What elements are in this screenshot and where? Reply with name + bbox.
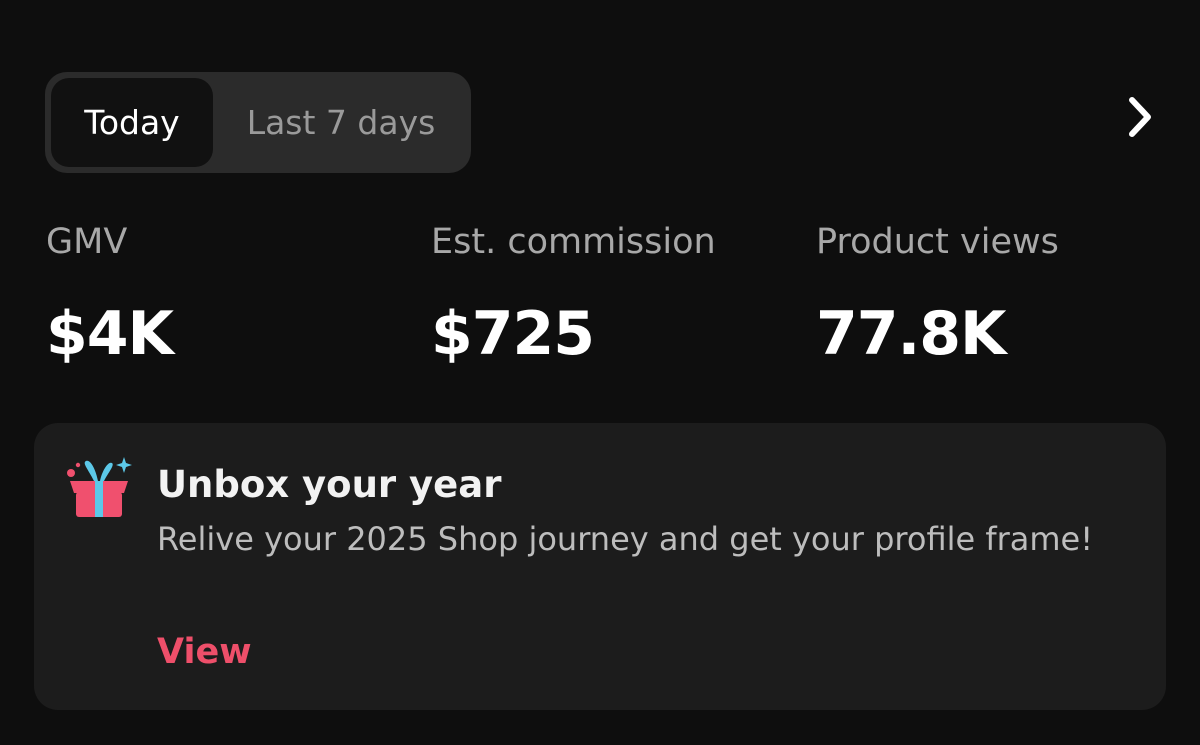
metric-label: Est. commission xyxy=(431,222,716,262)
chevron-right-icon[interactable] xyxy=(1112,92,1168,142)
metric-product-views: Product views 77.8K xyxy=(816,220,1059,369)
metric-gmv: GMV $4K xyxy=(46,220,174,369)
card-description: Relive your 2025 Shop journey and get yo… xyxy=(157,520,1094,558)
metric-value: $4K xyxy=(46,299,174,369)
metric-label: GMV xyxy=(46,222,128,262)
unbox-year-card[interactable]: Unbox your year Relive your 2025 Shop jo… xyxy=(34,423,1166,710)
metric-label: Product views xyxy=(816,222,1059,262)
tab-last-7-days[interactable]: Last 7 days xyxy=(221,78,461,167)
metric-value: 77.8K xyxy=(816,299,1007,369)
metric-est-commission: Est. commission $725 xyxy=(431,220,716,369)
metric-value: $725 xyxy=(431,299,595,369)
gift-box-icon xyxy=(64,455,134,519)
tab-today[interactable]: Today xyxy=(51,78,213,167)
date-range-selector: Today Last 7 days xyxy=(45,72,471,173)
card-title: Unbox your year xyxy=(157,463,502,506)
view-link[interactable]: View xyxy=(157,628,252,676)
